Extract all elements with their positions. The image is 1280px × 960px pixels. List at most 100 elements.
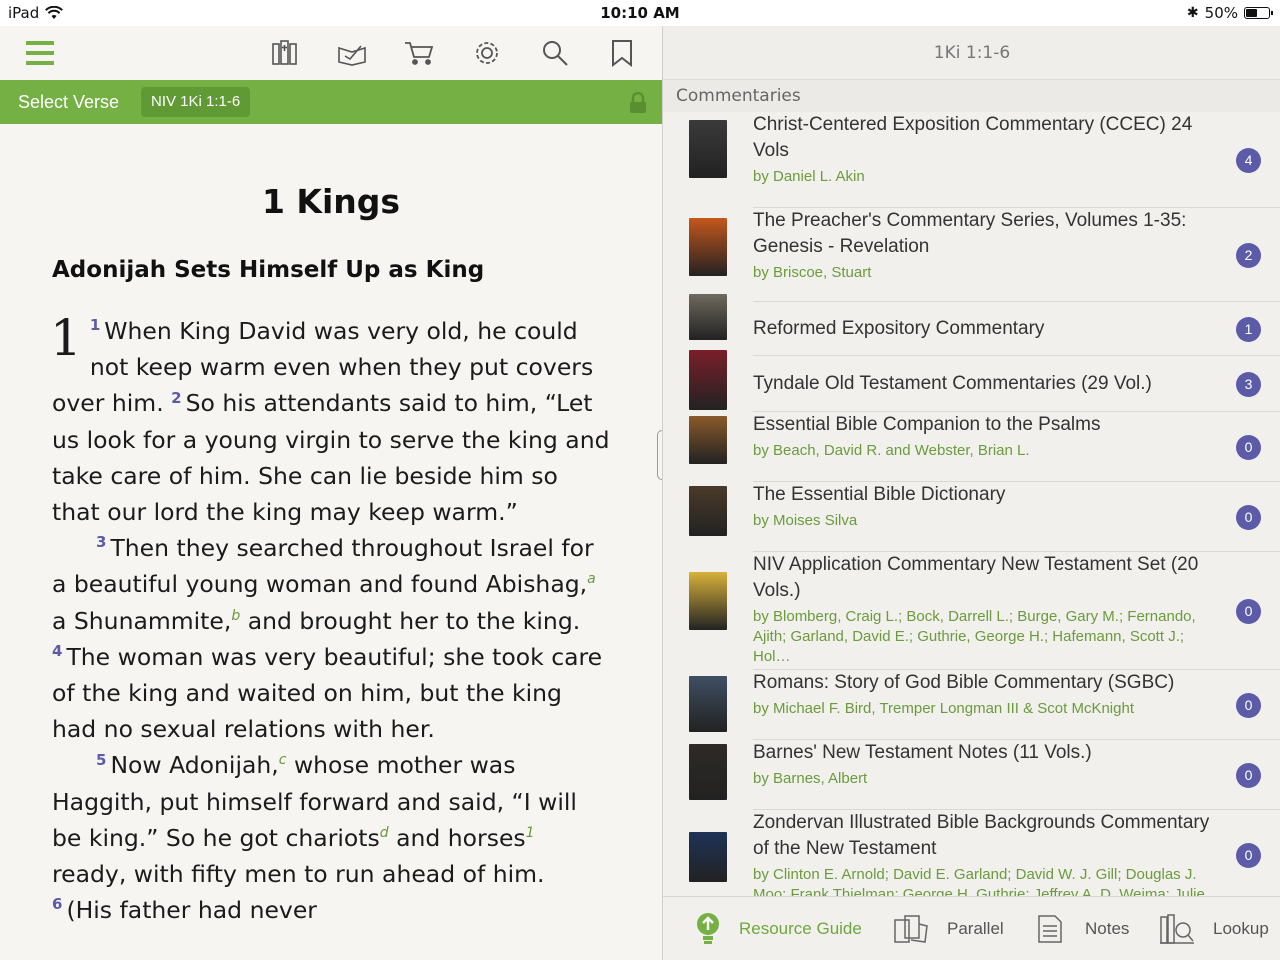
reference-count-badge: 0 <box>1236 435 1261 460</box>
book-cover-thumbnail <box>689 294 727 340</box>
battery-icon <box>1244 7 1273 19</box>
battery-fill <box>1246 9 1257 17</box>
notes-icon <box>1038 915 1062 943</box>
verse-3-cont[interactable]: a Shunammite, <box>52 607 231 635</box>
cart-icon[interactable] <box>404 38 434 68</box>
chapter-number: 1 <box>50 309 82 367</box>
tab-resource-guide[interactable]: Resource Guide <box>695 897 862 960</box>
tab-label: Parallel <box>947 919 1004 938</box>
book-cover-thumbnail <box>689 416 727 464</box>
verse-3[interactable]: Then they searched throughout Israel for… <box>52 534 594 598</box>
commentary-row[interactable]: Reformed Expository Commentary 1 <box>663 294 1280 356</box>
book-cover-thumbnail <box>689 120 727 178</box>
commentary-author: by Blomberg, Craig L.; Bock, Darrell L.;… <box>753 608 1196 665</box>
reference-count-badge: 0 <box>1236 843 1261 868</box>
verse-number[interactable]: 2 <box>171 389 181 407</box>
book-cover-thumbnail <box>689 744 727 800</box>
commentary-row[interactable]: The Essential Bible Dictionary by Moises … <box>663 482 1280 552</box>
footnote-marker[interactable]: d <box>380 825 389 841</box>
commentary-title: Barnes' New Testament Notes (11 Vols.) <box>753 742 1092 763</box>
commentary-info: NIV Application Commentary New Testament… <box>753 552 1223 667</box>
status-bar: iPad 10:10 AM ✱ 50% <box>0 0 1280 26</box>
commentary-title: Romans: Story of God Bible Commentary (S… <box>753 672 1175 693</box>
commentary-author: by Clinton E. Arnold; David E. Garland; … <box>753 866 1205 896</box>
verse-4[interactable]: The woman was very beautiful; she took c… <box>52 643 602 743</box>
verse-3-end[interactable]: and brought her to the king. <box>240 607 581 635</box>
reference-count-badge: 0 <box>1236 599 1261 624</box>
commentary-author: by Moises Silva <box>753 512 858 529</box>
book-cover-thumbnail <box>689 350 727 410</box>
reference-count-badge: 3 <box>1236 372 1261 397</box>
verse-number[interactable]: 3 <box>96 533 106 551</box>
section-heading: Adonijah Sets Himself Up as King <box>52 257 485 283</box>
commentary-info: The Preacher's Commentary Series, Volume… <box>753 208 1223 283</box>
commentary-info: Essential Bible Companion to the Psalms b… <box>753 412 1223 461</box>
commentary-info: Barnes' New Testament Notes (11 Vols.) by… <box>753 740 1223 789</box>
verse-5[interactable]: Now Adonijah, <box>110 751 278 779</box>
commentary-title: Reformed Expository Commentary <box>753 318 1045 339</box>
book-cover-thumbnail <box>689 486 727 536</box>
verse-number[interactable]: 4 <box>52 642 62 660</box>
library-icon[interactable] <box>270 38 300 68</box>
verse-number[interactable]: 5 <box>96 751 106 769</box>
commentary-title: The Preacher's Commentary Series, Volume… <box>753 210 1187 257</box>
verse-number[interactable]: 1 <box>90 316 100 334</box>
reference-count-badge: 2 <box>1236 243 1261 268</box>
commentary-row[interactable]: Christ-Centered Exposition Commentary (C… <box>663 112 1280 208</box>
tab-parallel[interactable]: Parallel <box>893 897 1004 960</box>
commentary-row[interactable]: Barnes' New Testament Notes (11 Vols.) by… <box>663 740 1280 810</box>
footnote-marker[interactable]: b <box>231 608 240 624</box>
commentary-title: The Essential Bible Dictionary <box>753 484 1006 505</box>
resource-guide-pane: 1Ki 1:1-6 Commentaries Christ-Centered E… <box>662 26 1280 960</box>
commentary-row[interactable]: The Preacher's Commentary Series, Volume… <box>663 208 1280 302</box>
bible-pane: Select Verse NIV 1Ki 1:1-6 1 Kings Adoni… <box>0 26 662 960</box>
lightbulb-icon <box>697 913 719 944</box>
lock-icon[interactable] <box>628 91 648 118</box>
reading-plan-icon[interactable] <box>337 38 367 68</box>
bookmark-icon[interactable] <box>607 38 637 68</box>
reference-count-badge: 1 <box>1236 317 1261 342</box>
book-cover-thumbnail <box>689 676 727 732</box>
reference-count-badge: 4 <box>1236 148 1261 173</box>
footnote-marker[interactable]: a <box>587 572 596 588</box>
parallel-books-icon <box>894 915 928 943</box>
verse-5-cont2[interactable]: and horses <box>389 824 526 852</box>
verse-6[interactable]: (His father had never <box>66 896 317 924</box>
commentary-row[interactable]: NIV Application Commentary New Testament… <box>663 552 1280 670</box>
book-title: 1 Kings <box>261 182 401 221</box>
battery-percent: 50% <box>1204 4 1238 22</box>
reference-button[interactable]: NIV 1Ki 1:1-6 <box>141 87 251 117</box>
commentary-row[interactable]: Essential Bible Companion to the Psalms b… <box>663 412 1280 482</box>
bottom-tab-bar: Resource Guide Parallel Notes Lookup <box>663 896 1280 960</box>
settings-icon[interactable] <box>472 38 502 68</box>
commentary-author: by Briscoe, Stuart <box>753 264 872 281</box>
bluetooth-icon: ✱ <box>1186 5 1199 21</box>
book-cover-thumbnail <box>689 572 727 630</box>
verse-number[interactable]: 6 <box>52 895 62 913</box>
commentary-author: by Barnes, Albert <box>753 770 868 787</box>
scripture-text: 1 Kings Adonijah Sets Himself Up as King… <box>0 124 662 960</box>
menu-icon[interactable] <box>25 38 55 68</box>
lookup-icon <box>1160 914 1194 944</box>
status-right: ✱ 50% <box>1186 4 1273 22</box>
tab-lookup[interactable]: Lookup <box>1159 897 1269 960</box>
commentary-info: Zondervan Illustrated Bible Backgrounds … <box>753 810 1223 896</box>
verse-text: 1 1 When King David was very old, he coul… <box>50 309 610 928</box>
reference-count-badge: 0 <box>1236 505 1261 530</box>
commentary-row[interactable]: Zondervan Illustrated Bible Backgrounds … <box>663 810 1280 896</box>
resource-header: 1Ki 1:1-6 <box>663 26 1280 80</box>
commentary-info: Reformed Expository Commentary <box>753 316 1223 342</box>
tab-notes[interactable]: Notes <box>1037 897 1129 960</box>
commentary-list: Christ-Centered Exposition Commentary (C… <box>663 112 1280 896</box>
footnote-marker[interactable]: 1 <box>526 825 535 841</box>
commentary-info: Romans: Story of God Bible Commentary (S… <box>753 670 1223 719</box>
commentary-row[interactable]: Romans: Story of God Bible Commentary (S… <box>663 670 1280 740</box>
commentary-row[interactable]: Tyndale Old Testament Commentaries (29 V… <box>663 350 1280 412</box>
tab-label: Resource Guide <box>739 919 862 938</box>
select-verse-button[interactable]: Select Verse <box>18 92 119 113</box>
search-icon[interactable] <box>540 38 570 68</box>
commentary-title: Essential Bible Companion to the Psalms <box>753 414 1101 435</box>
toolbar <box>0 26 662 80</box>
verse-bar: Select Verse NIV 1Ki 1:1-6 <box>0 80 662 124</box>
verse-5-end[interactable]: ready, with fifty men to run ahead of hi… <box>52 860 545 888</box>
